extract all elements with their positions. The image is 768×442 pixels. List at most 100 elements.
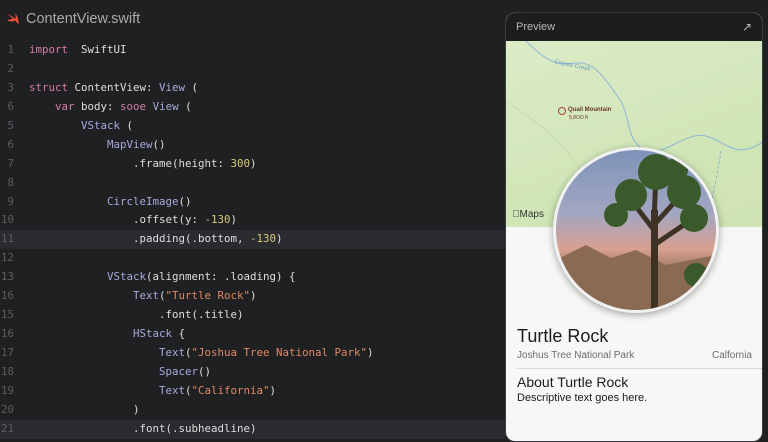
code-token: HStack (29, 327, 173, 341)
code-token: .padding(.bottom, (29, 232, 251, 246)
code-line[interactable]: 11 .padding(.bottom, -130) (0, 230, 505, 250)
preview-header: Preview ↗ (506, 13, 762, 41)
code-line[interactable]: 16 Text("Turtle Rock") (0, 287, 505, 306)
code-token: () (178, 194, 192, 208)
code-token: 300 (230, 156, 251, 170)
about-title: About Turtle Rock (517, 374, 629, 390)
line-number: 10 (0, 213, 14, 227)
code-line[interactable]: 19 Text("California") (0, 382, 505, 401)
code-token: Spacer (29, 364, 199, 378)
code-text: .padding(.bottom, -130) (29, 230, 283, 249)
code-token: ) (250, 156, 257, 170)
code-text: import SwiftUI (29, 41, 127, 60)
code-token: () (198, 364, 212, 378)
code-line[interactable]: 1 import SwiftUI (0, 41, 505, 60)
swift-icon (7, 13, 19, 24)
code-text: HStack { (29, 325, 185, 344)
code-line[interactable]: 9 CircleImage() (0, 193, 505, 212)
line-number: 15 (0, 308, 14, 322)
code-line[interactable]: 2 (0, 60, 505, 79)
code-token: -130 (204, 213, 231, 227)
state-name: Calfornia (711, 350, 752, 361)
divider (517, 368, 762, 369)
code-line[interactable]: 18 Spacer() (0, 363, 505, 382)
code-text: .offset(y: -130) (29, 211, 237, 230)
code-token: SwiftUI (68, 43, 127, 56)
code-token: "Turtle Rock" (165, 289, 251, 303)
code-line[interactable]: 16 HStack { (0, 325, 505, 344)
code-token: "California" (191, 383, 270, 397)
code-text: Text("Joshua Tree National Park") (29, 344, 374, 363)
code-text: Text("California") (29, 382, 276, 401)
code-line[interactable]: 20 ) (0, 401, 505, 420)
line-number: 16 (0, 289, 14, 303)
code-token: (alignment: .loading) { (146, 270, 296, 284)
code-text: .frame(height: 300) (29, 155, 257, 174)
code-line[interactable]: 5 VStack ( (0, 117, 505, 136)
code-token: sooe (120, 99, 147, 113)
code-token: ) (250, 289, 257, 303)
line-number: 6 (7, 99, 14, 113)
code-token: VStack (29, 118, 121, 132)
code-line[interactable]: 17 Text("Joshua Tree National Park") (0, 344, 505, 363)
code-token: ( (185, 80, 199, 94)
code-token: ContentView: (68, 80, 160, 94)
line-number: 1 (7, 43, 14, 56)
code-line[interactable]: 7 .frame(height: 300) (0, 155, 505, 174)
code-token: Text (29, 289, 160, 303)
code-token: ) (276, 232, 283, 246)
code-text: struct ContentView: View ( (29, 79, 198, 98)
line-number: 8 (7, 175, 14, 189)
line-number: 13 (0, 270, 14, 284)
code-token: .font(.title) (29, 308, 244, 322)
code-text: VStack(alignment: .loading) { (29, 268, 296, 287)
code-token: { (172, 327, 186, 341)
code-line[interactable]: 3 struct ContentView: View ( (0, 79, 505, 98)
preview-panel: Preview ↗ Coyote Creek Quail Mountain 5,… (505, 12, 763, 442)
code-line[interactable]: 6 var body: sooe View ( (0, 98, 505, 117)
code-token: struct (29, 80, 69, 94)
code-token: View (152, 99, 179, 113)
line-number: 2 (7, 61, 14, 75)
code-token: MapView (29, 137, 153, 151)
code-token: Text (29, 383, 186, 397)
code-text: ) (29, 401, 140, 420)
file-tab[interactable]: ContentView.swift (6, 11, 140, 27)
place-sub-label: 5,8OO ft (569, 115, 588, 121)
code-line[interactable]: 8 (0, 174, 505, 193)
code-token: ) (230, 213, 238, 227)
line-number: 16 (0, 327, 14, 341)
code-token: ) (269, 383, 277, 397)
code-line[interactable]: 21 .font(.subheadline) (0, 419, 505, 439)
arrow-up-right-icon[interactable]: ↗ (742, 20, 752, 34)
code-line[interactable]: 6 MapView() (0, 136, 505, 155)
code-token: .frame(height: (29, 156, 231, 170)
line-number: 12 (0, 251, 14, 265)
code-text: Spacer() (29, 363, 211, 382)
code-line[interactable]: 10 .offset(y: -130) (0, 211, 505, 230)
code-line[interactable]: 15 .font(.title) (0, 306, 505, 325)
code-text: .font(.subheadline) (29, 420, 257, 439)
code-line[interactable]: 13 VStack(alignment: .loading) { (0, 268, 505, 287)
place-pin-icon (558, 107, 566, 115)
park-name: Joshus Tree National Park (517, 350, 635, 361)
file-name: ContentView.swift (26, 11, 141, 27)
code-text: MapView() (29, 136, 166, 155)
code-line[interactable]: 12 (0, 249, 505, 268)
code-editor[interactable]: 1 import SwiftUI 2 3 struct ContentView: Vie… (0, 41, 505, 439)
description: Descriptive text goes here. (517, 392, 648, 404)
maps-label: Maps (512, 209, 544, 220)
code-token: CircleImage (29, 194, 179, 208)
joshua-tree-image (556, 154, 716, 310)
line-number: 6 (7, 137, 14, 151)
code-token: ( (120, 118, 134, 132)
line-number: 19 (0, 383, 14, 397)
place-title: Turtle Rock (517, 326, 609, 346)
code-token: Text (29, 346, 186, 359)
line-number: 7 (7, 156, 14, 170)
code-token: var (55, 99, 75, 113)
code-text: .font(.title) (29, 306, 244, 325)
line-number: 20 (0, 402, 14, 416)
code-token: -130 (250, 232, 277, 246)
